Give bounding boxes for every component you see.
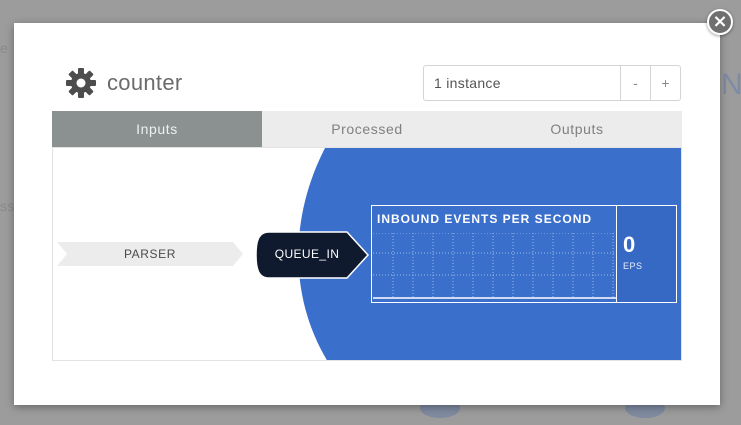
metric-title: INBOUND EVENTS PER SECOND <box>377 212 593 226</box>
background-fragment: e <box>0 40 8 56</box>
component-dialog: counter - + Inputs Processed Outputs PAR… <box>14 23 720 405</box>
background-fragment: N <box>721 68 741 101</box>
metric-unit: EPS <box>623 261 643 271</box>
decrement-button[interactable]: - <box>620 66 650 100</box>
tab-inputs[interactable]: Inputs <box>52 111 262 147</box>
instance-stepper: - + <box>423 65 681 101</box>
dialog-header: counter <box>65 66 182 100</box>
metric-value: 0 <box>623 232 636 257</box>
instance-count-input[interactable] <box>424 66 620 100</box>
gear-icon <box>66 68 96 98</box>
close-icon[interactable]: × <box>707 9 733 35</box>
inputs-panel: PARSER QUEUE_IN INBOUND EVENTS PER SECON… <box>52 147 682 361</box>
tab-outputs[interactable]: Outputs <box>472 111 682 147</box>
queue-node-label[interactable]: QUEUE_IN <box>255 230 359 278</box>
dialog-title: counter <box>107 70 183 95</box>
increment-button[interactable]: + <box>650 66 680 100</box>
eps-metric-card: INBOUND EVENTS PER SECOND 0 EPS <box>371 205 677 303</box>
tab-bar: Inputs Processed Outputs <box>52 111 682 147</box>
metric-readout: 0 EPS <box>617 206 676 302</box>
tab-processed[interactable]: Processed <box>262 111 472 147</box>
eps-sparkline-grid <box>373 233 616 299</box>
source-node-parser[interactable]: PARSER <box>57 242 243 266</box>
